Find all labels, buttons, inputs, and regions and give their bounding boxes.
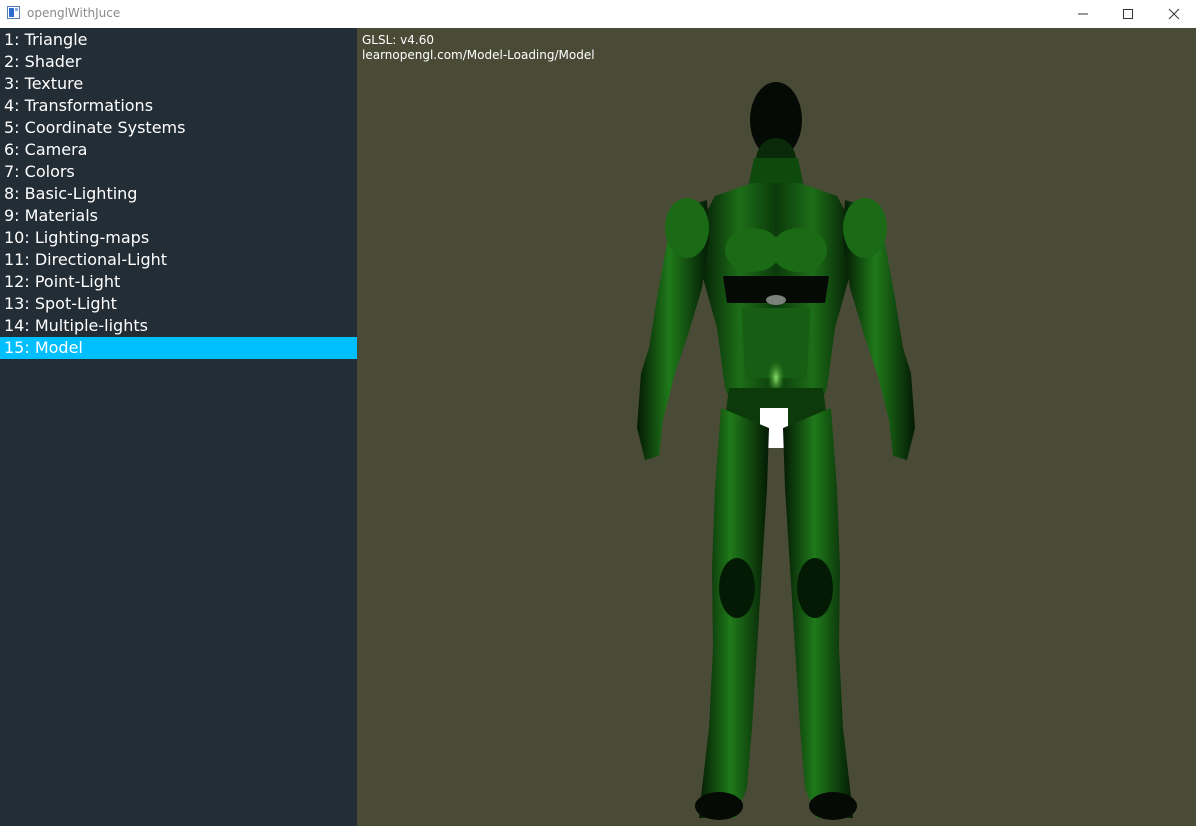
sidebar-item-camera[interactable]: 6: Camera: [0, 139, 357, 161]
title-bar[interactable]: openglWithJuce: [0, 0, 1196, 28]
minimize-icon: [1078, 13, 1088, 15]
window-title: openglWithJuce: [27, 6, 121, 20]
glsl-version-label: GLSL: v4.60: [362, 33, 434, 47]
sidebar-item-materials[interactable]: 9: Materials: [0, 205, 357, 227]
sidebar-item-texture[interactable]: 3: Texture: [0, 73, 357, 95]
sidebar-item-spot-light[interactable]: 13: Spot-Light: [0, 293, 357, 315]
sidebar-item-triangle[interactable]: 1: Triangle: [0, 29, 357, 51]
sidebar-item-basic-lighting[interactable]: 8: Basic-Lighting: [0, 183, 357, 205]
source-url-label: learnopengl.com/Model-Loading/Model: [362, 48, 595, 62]
app-window: openglWithJuce 1: Triangle 2: Shader 3: …: [0, 0, 1196, 826]
maximize-button[interactable]: [1105, 0, 1151, 28]
maximize-icon: [1123, 9, 1133, 19]
sidebar-item-multiple-lights[interactable]: 14: Multiple-lights: [0, 315, 357, 337]
app-window-icon: [7, 6, 20, 19]
humanoid-model-render: [637, 82, 915, 820]
sidebar-item-shader[interactable]: 2: Shader: [0, 51, 357, 73]
sidebar-item-transformations[interactable]: 4: Transformations: [0, 95, 357, 117]
minimize-button[interactable]: [1060, 0, 1106, 28]
sidebar-list: 1: Triangle 2: Shader 3: Texture 4: Tran…: [0, 28, 357, 826]
sidebar-item-directional-light[interactable]: 11: Directional-Light: [0, 249, 357, 271]
opengl-viewport[interactable]: GLSL: v4.60 learnopengl.com/Model-Loadin…: [357, 28, 1196, 826]
sidebar-item-colors[interactable]: 7: Colors: [0, 161, 357, 183]
sidebar-item-lighting-maps[interactable]: 10: Lighting-maps: [0, 227, 357, 249]
close-button[interactable]: [1151, 0, 1196, 28]
close-icon: [1168, 8, 1180, 20]
sidebar-item-point-light[interactable]: 12: Point-Light: [0, 271, 357, 293]
sidebar-item-coordinate-systems[interactable]: 5: Coordinate Systems: [0, 117, 357, 139]
sidebar-item-model[interactable]: 15: Model: [0, 337, 357, 359]
